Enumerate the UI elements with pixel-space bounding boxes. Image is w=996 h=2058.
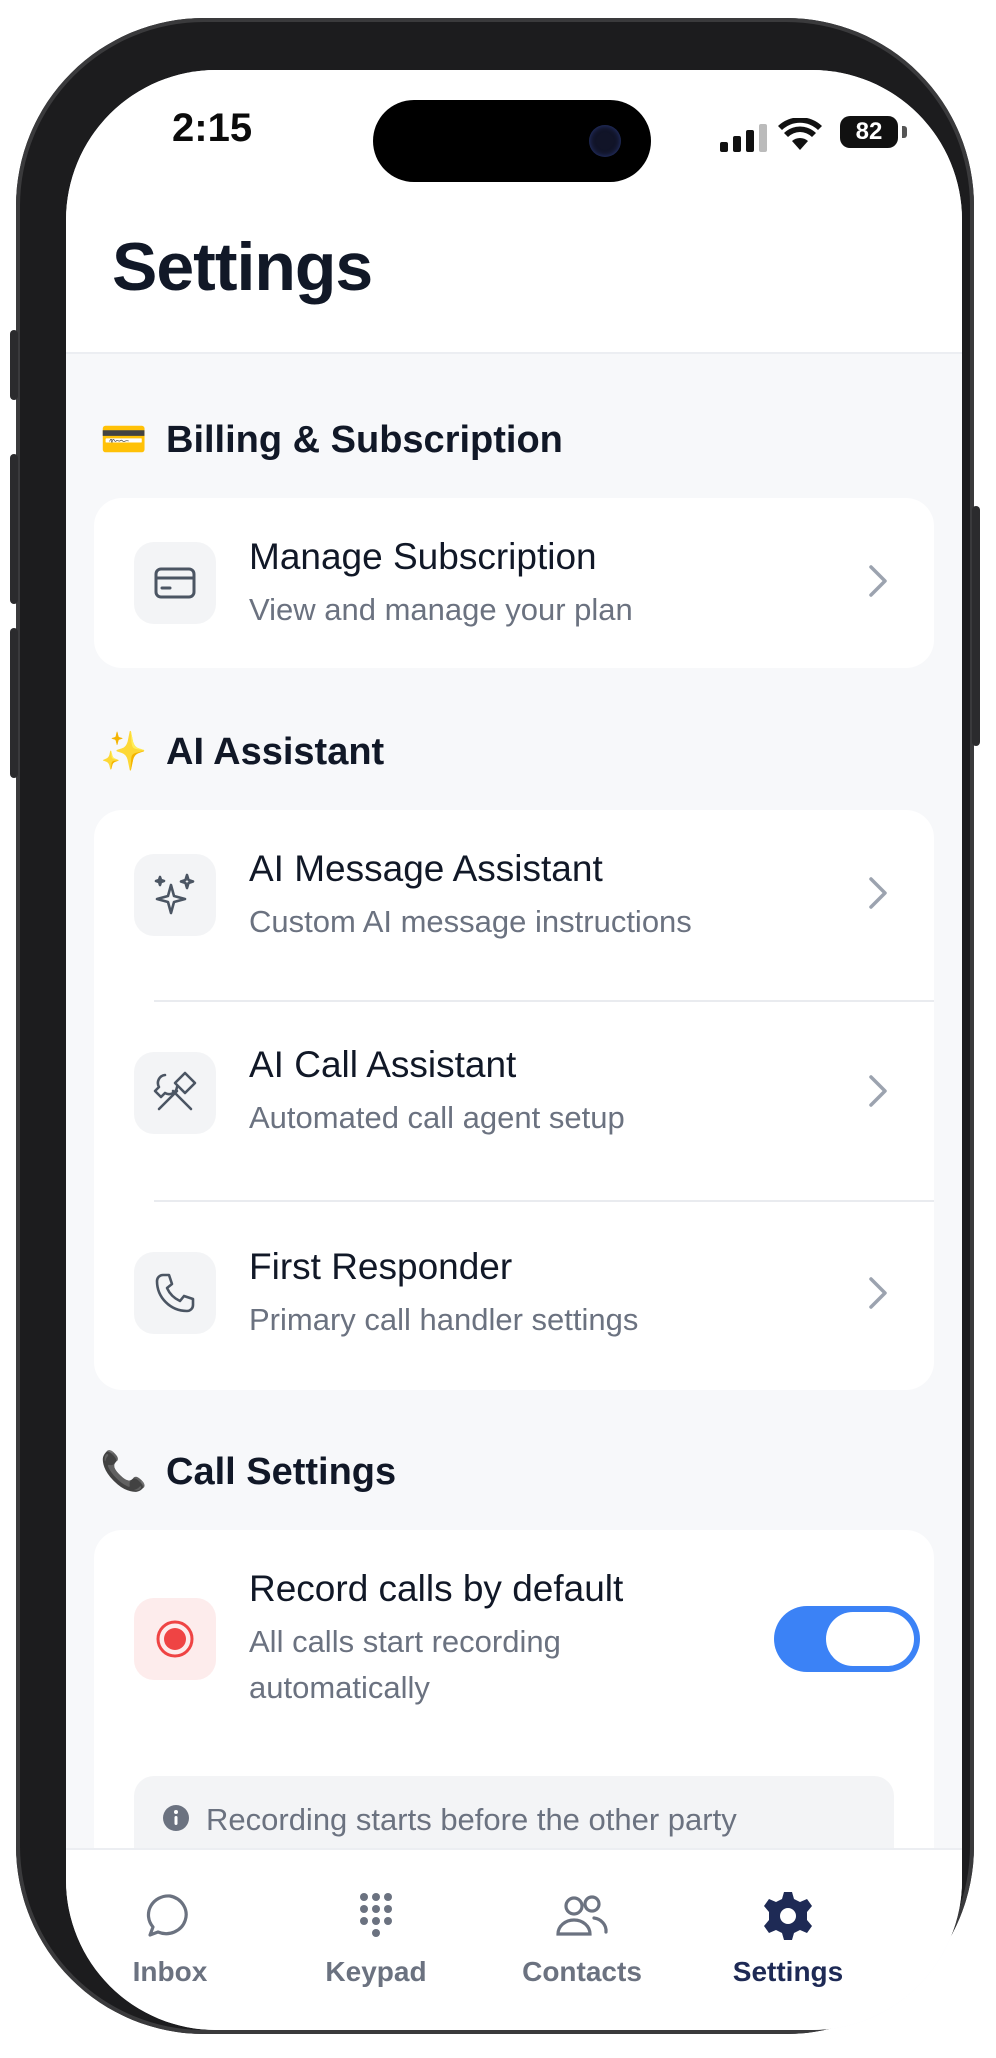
action-button xyxy=(10,330,18,400)
power-button xyxy=(972,506,980,746)
sparkles-icon xyxy=(134,854,216,936)
screen: 2:15 82 Settings 💳 Billing & Subscriptio… xyxy=(66,70,962,2030)
section-title-ai-label: AI Assistant xyxy=(166,730,385,773)
volume-down-button xyxy=(10,628,18,778)
info-icon xyxy=(163,1805,189,1831)
section-title-ai: ✨ AI Assistant xyxy=(100,730,384,774)
cellular-signal-icon xyxy=(720,122,767,152)
status-time: 2:15 xyxy=(172,106,253,150)
section-title-calls-label: Call Settings xyxy=(166,1450,397,1493)
phone-frame: 2:15 82 Settings 💳 Billing & Subscriptio… xyxy=(10,18,980,2034)
chevron-right-icon xyxy=(869,565,887,597)
section-title-billing: 💳 Billing & Subscription xyxy=(100,418,563,462)
tab-contacts[interactable]: Contacts xyxy=(482,1886,682,1988)
phone-icon xyxy=(134,1252,216,1334)
tools-icon xyxy=(134,1052,216,1134)
volume-up-button xyxy=(10,454,18,604)
chevron-right-icon xyxy=(869,1075,887,1107)
battery-indicator: 82 xyxy=(840,116,898,148)
row-subtitle: Primary call handler settings xyxy=(249,1302,639,1337)
row-title: AI Message Assistant xyxy=(249,848,603,889)
tab-label: Inbox xyxy=(132,1956,208,1987)
row-title: AI Call Assistant xyxy=(249,1044,517,1085)
tab-label: Settings xyxy=(732,1956,844,1987)
row-subtitle: View and manage your plan xyxy=(249,592,633,627)
record-icon xyxy=(134,1598,216,1680)
wifi-icon xyxy=(778,118,822,150)
telephone-emoji-icon: 📞 xyxy=(100,1451,148,1493)
chat-bubble-icon xyxy=(70,1886,270,1946)
camera-icon xyxy=(589,125,621,157)
credit-card-emoji-icon: 💳 xyxy=(100,419,148,461)
page-title: Settings xyxy=(112,229,373,305)
row-subtitle-line2: automatically xyxy=(249,1670,430,1705)
toggle-knob xyxy=(826,1612,914,1666)
record-calls-toggle[interactable] xyxy=(774,1606,920,1672)
row-title: Record calls by default xyxy=(249,1568,624,1609)
chevron-right-icon xyxy=(869,877,887,909)
contacts-icon xyxy=(482,1886,682,1946)
credit-card-icon xyxy=(134,542,216,624)
section-title-billing-label: Billing & Subscription xyxy=(166,418,563,461)
tab-label: Contacts xyxy=(522,1956,642,1987)
tab-label: Keypad xyxy=(325,1956,427,1987)
section-title-calls: 📞 Call Settings xyxy=(100,1450,396,1494)
settings-row-record-calls: Record calls by default All calls start … xyxy=(94,1530,934,1740)
settings-row-ai-message-assistant[interactable]: AI Message Assistant Custom AI message i… xyxy=(94,810,934,1000)
row-title: Manage Subscription xyxy=(249,536,597,577)
row-subtitle: Automated call agent setup xyxy=(249,1100,625,1135)
settings-row-first-responder[interactable]: First Responder Primary call handler set… xyxy=(94,1202,934,1390)
row-subtitle: Custom AI message instructions xyxy=(249,904,692,939)
chevron-right-icon xyxy=(869,1277,887,1309)
billing-card: Manage Subscription View and manage your… xyxy=(94,498,934,668)
tab-bar: Inbox Keypad Contacts Settings xyxy=(66,1848,962,2030)
sparkles-emoji-icon: ✨ xyxy=(100,731,148,773)
gear-icon xyxy=(688,1886,888,1946)
settings-row-ai-call-assistant[interactable]: AI Call Assistant Automated call agent s… xyxy=(94,1002,934,1200)
keypad-icon xyxy=(276,1886,476,1946)
tab-inbox[interactable]: Inbox xyxy=(70,1886,270,1988)
dynamic-island xyxy=(373,100,651,182)
ai-card: AI Message Assistant Custom AI message i… xyxy=(94,810,934,1390)
row-subtitle-line1: All calls start recording xyxy=(249,1624,561,1659)
row-title: First Responder xyxy=(249,1246,513,1287)
battery-tip xyxy=(902,126,907,138)
tab-keypad[interactable]: Keypad xyxy=(276,1886,476,1988)
previous-card-bottom xyxy=(94,318,934,348)
tab-settings[interactable]: Settings xyxy=(688,1886,888,1988)
settings-row-manage-subscription[interactable]: Manage Subscription View and manage your… xyxy=(94,498,934,668)
